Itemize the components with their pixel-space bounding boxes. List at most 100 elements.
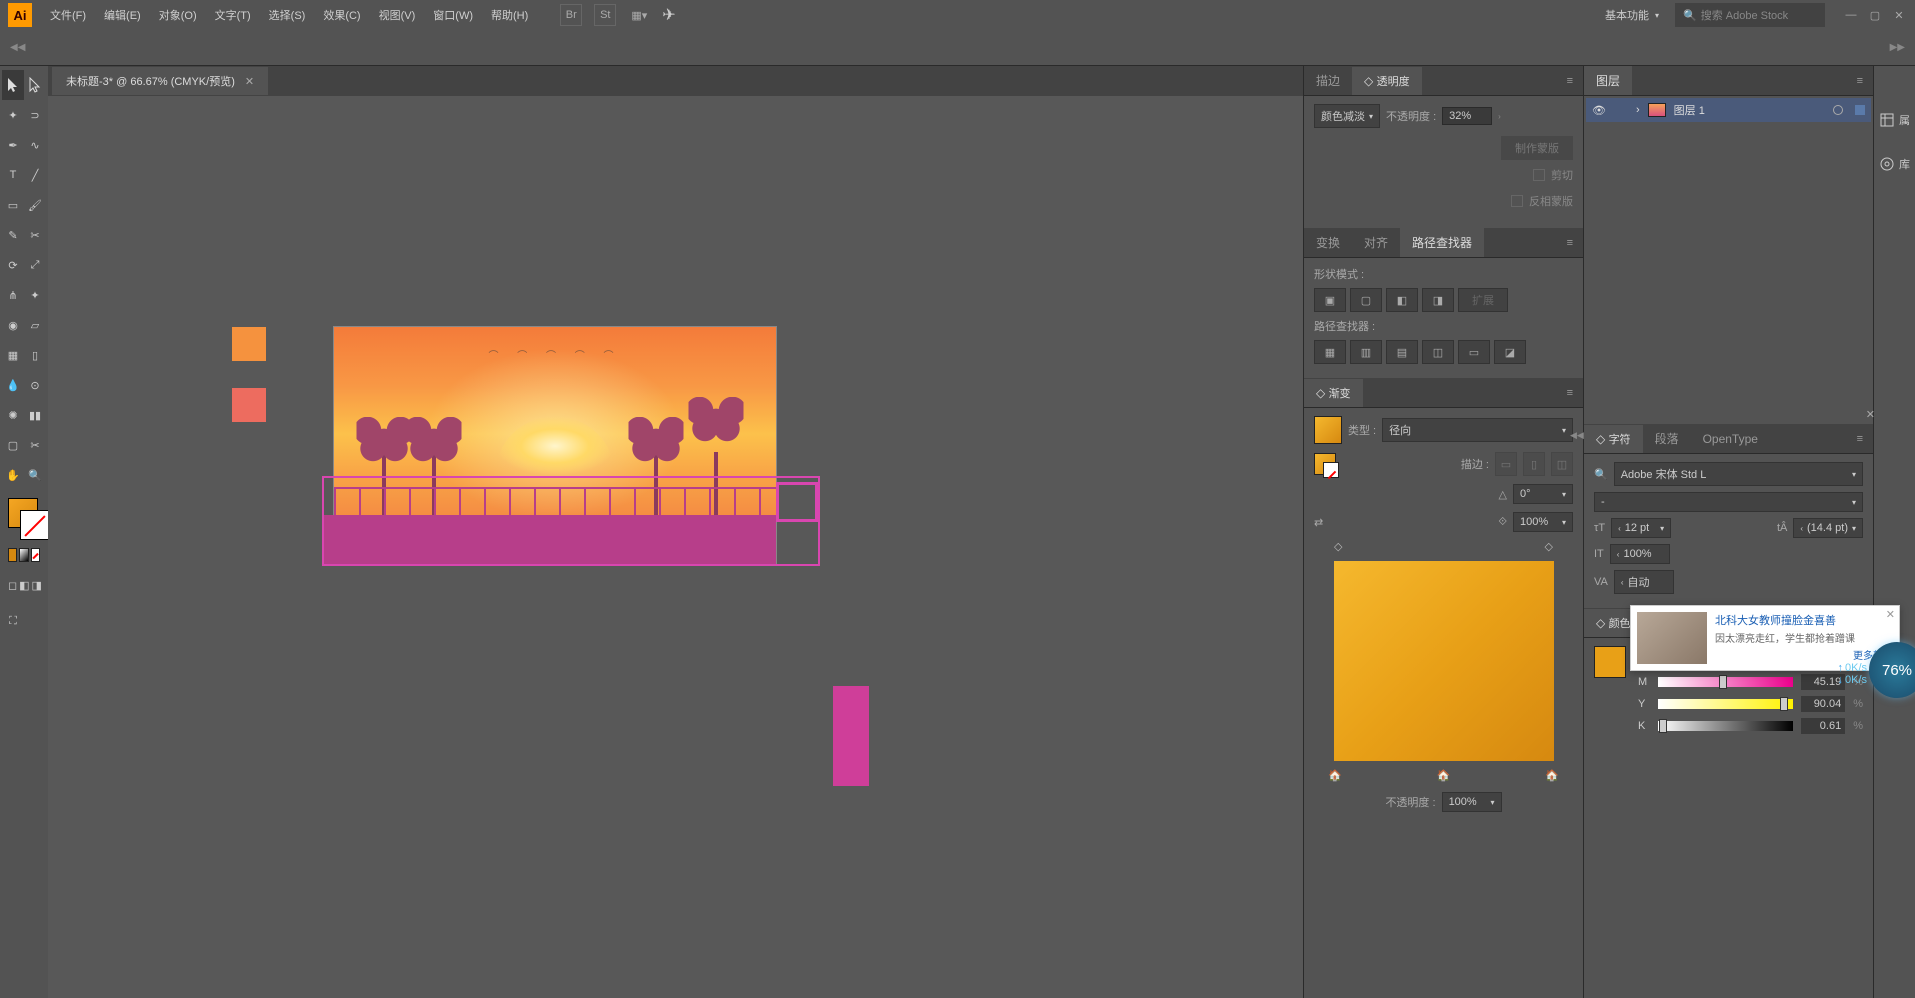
canvas-pink-rect[interactable] bbox=[833, 686, 869, 786]
tab-character[interactable]: ◇ 字符 bbox=[1584, 425, 1643, 453]
rectangle-tool[interactable]: ▭ bbox=[2, 190, 24, 220]
exclude-button[interactable]: ◨ bbox=[1422, 288, 1454, 312]
width-tool[interactable]: ⋔ bbox=[2, 280, 24, 310]
menu-object[interactable]: 对象(O) bbox=[151, 3, 205, 27]
tab-gradient[interactable]: ◇ 渐变 bbox=[1304, 379, 1363, 407]
color-preview-swatch[interactable] bbox=[1594, 646, 1626, 678]
symbol-sprayer-tool[interactable]: ✺ bbox=[2, 400, 24, 430]
black-slider[interactable] bbox=[1658, 721, 1793, 731]
hand-tool[interactable]: ✋ bbox=[2, 460, 24, 490]
font-family-dropdown[interactable]: Adobe 宋体 Std L▾ bbox=[1614, 462, 1863, 486]
lasso-tool[interactable]: ⊃ bbox=[24, 100, 46, 130]
canvas-swatch-coral[interactable] bbox=[232, 388, 266, 422]
merge-button[interactable]: ▤ bbox=[1386, 340, 1418, 364]
canvas-swatch-orange[interactable] bbox=[232, 327, 266, 361]
scale-tool[interactable]: ⤢ bbox=[24, 250, 46, 280]
draw-mode-inside[interactable]: ◨ bbox=[32, 570, 42, 600]
magic-wand-tool[interactable]: ✦ bbox=[2, 100, 24, 130]
expand-layer-icon[interactable]: › bbox=[1636, 104, 1640, 116]
opacity-input[interactable]: 32% bbox=[1442, 107, 1492, 125]
collapse-right-icon[interactable]: ▶▶ bbox=[1890, 42, 1905, 53]
mesh-tool[interactable]: ▦ bbox=[2, 340, 24, 370]
leading-input[interactable]: ‹(14.4 pt)▾ bbox=[1793, 518, 1863, 538]
black-value[interactable]: 0.61 bbox=[1801, 718, 1845, 734]
clip-checkbox[interactable]: 剪切 bbox=[1533, 167, 1573, 183]
none-mode-swatch[interactable] bbox=[31, 548, 40, 562]
direct-selection-tool[interactable] bbox=[24, 70, 46, 100]
gradient-stop-mid[interactable]: 🏠 bbox=[1437, 769, 1451, 782]
menu-select[interactable]: 选择(S) bbox=[261, 3, 314, 27]
panel-close-icon[interactable]: ✕ bbox=[1866, 408, 1875, 421]
gradient-opacity-input[interactable]: 100%▾ bbox=[1442, 792, 1502, 812]
gradient-stop-left[interactable]: 🏠 bbox=[1328, 769, 1342, 782]
kerning-input[interactable]: ‹自动 bbox=[1614, 570, 1674, 594]
panel-collapse-icon[interactable]: ◀◀ bbox=[1570, 430, 1584, 441]
intersect-button[interactable]: ◧ bbox=[1386, 288, 1418, 312]
shaper-tool[interactable]: ✎ bbox=[2, 220, 24, 250]
gradient-midpoint-icon[interactable]: ◇ bbox=[1545, 540, 1553, 553]
curvature-tool[interactable]: ∿ bbox=[24, 130, 46, 160]
menu-window[interactable]: 窗口(W) bbox=[425, 3, 481, 27]
gradient-angle-input[interactable]: 0°▾ bbox=[1513, 484, 1573, 504]
tab-opentype[interactable]: OpenType bbox=[1691, 426, 1770, 452]
draw-mode-normal[interactable]: ◻ bbox=[8, 570, 17, 600]
aspect-ratio-input[interactable]: 100%▾ bbox=[1513, 512, 1573, 532]
menu-edit[interactable]: 编辑(E) bbox=[96, 3, 149, 27]
minimize-button[interactable]: — bbox=[1843, 7, 1859, 23]
stock-icon[interactable]: St bbox=[594, 4, 616, 26]
gradient-mode-swatch[interactable] bbox=[19, 548, 28, 562]
artboard-tool[interactable]: ▢ bbox=[2, 430, 24, 460]
fill-stroke-swatches[interactable] bbox=[8, 498, 40, 538]
color-mode-swatch[interactable] bbox=[8, 548, 17, 562]
eraser-tool[interactable]: ✂ bbox=[24, 220, 46, 250]
menu-file[interactable]: 文件(F) bbox=[42, 3, 94, 27]
unite-button[interactable]: ▣ bbox=[1314, 288, 1346, 312]
paintbrush-tool[interactable]: 🖌 bbox=[24, 190, 46, 220]
layer-name[interactable]: 图层 1 bbox=[1674, 102, 1705, 118]
menu-text[interactable]: 文字(T) bbox=[207, 3, 259, 27]
outline-button[interactable]: ▭ bbox=[1458, 340, 1490, 364]
yellow-value[interactable]: 90.04 bbox=[1801, 696, 1845, 712]
gpu-icon[interactable]: ✈ bbox=[662, 5, 675, 25]
draw-mode-behind[interactable]: ◧ bbox=[19, 570, 29, 600]
shape-builder-tool[interactable]: ◉ bbox=[2, 310, 24, 340]
tab-transparency[interactable]: ◇ 透明度 bbox=[1352, 67, 1422, 95]
maximize-button[interactable]: ▢ bbox=[1867, 7, 1883, 23]
popup-more-link[interactable]: 更多新闻 bbox=[1715, 647, 1893, 662]
popup-close-icon[interactable]: ✕ bbox=[1886, 608, 1895, 621]
make-mask-button[interactable]: 制作蒙版 bbox=[1501, 136, 1573, 160]
eyedropper-tool[interactable]: 💧 bbox=[2, 370, 24, 400]
panel-menu-icon[interactable]: ≡ bbox=[1557, 237, 1583, 249]
free-transform-tool[interactable]: ✦ bbox=[24, 280, 46, 310]
selection-outline[interactable] bbox=[776, 482, 818, 522]
screen-mode-tool[interactable]: ⛶ bbox=[2, 606, 24, 636]
expand-button[interactable]: 扩展 bbox=[1458, 288, 1508, 312]
menu-help[interactable]: 帮助(H) bbox=[483, 3, 536, 27]
yellow-slider[interactable] bbox=[1658, 699, 1793, 709]
tab-close-icon[interactable]: ✕ bbox=[245, 75, 254, 88]
stroke-swatch[interactable] bbox=[20, 510, 50, 540]
tab-stroke[interactable]: 描边 bbox=[1304, 66, 1352, 95]
line-tool[interactable]: ╱ bbox=[24, 160, 46, 190]
arrange-docs-icon[interactable]: ▦▾ bbox=[628, 4, 650, 26]
visibility-icon[interactable]: 👁 bbox=[1592, 104, 1608, 117]
perspective-tool[interactable]: ▱ bbox=[24, 310, 46, 340]
collapse-left-icon[interactable]: ◀◀ bbox=[10, 42, 25, 53]
layer-row[interactable]: 👁 › 图层 1 bbox=[1586, 98, 1871, 122]
popup-title[interactable]: 北科大女教师撞脸金喜善 bbox=[1715, 612, 1893, 628]
menu-effect[interactable]: 效果(C) bbox=[315, 3, 368, 27]
blend-tool[interactable]: ⊙ bbox=[24, 370, 46, 400]
opacity-arrow-icon[interactable]: › bbox=[1498, 112, 1501, 121]
layer-target-icon[interactable] bbox=[1833, 105, 1843, 115]
selection-outline[interactable] bbox=[322, 476, 820, 566]
trim-button[interactable]: ▥ bbox=[1350, 340, 1382, 364]
type-tool[interactable]: T bbox=[2, 160, 24, 190]
workspace-switcher[interactable]: 基本功能▾ bbox=[1597, 3, 1667, 27]
gradient-type-dropdown[interactable]: 径向▾ bbox=[1382, 418, 1573, 442]
font-search-icon[interactable]: 🔍 bbox=[1594, 468, 1608, 481]
document-tab[interactable]: 未标题-3* @ 66.67% (CMYK/预览) ✕ bbox=[52, 67, 268, 95]
selection-tool[interactable] bbox=[2, 70, 24, 100]
crop-button[interactable]: ◫ bbox=[1422, 340, 1454, 364]
gradient-fill-swatch[interactable] bbox=[1314, 416, 1342, 444]
gradient-stroke-swatch[interactable] bbox=[1314, 453, 1336, 475]
